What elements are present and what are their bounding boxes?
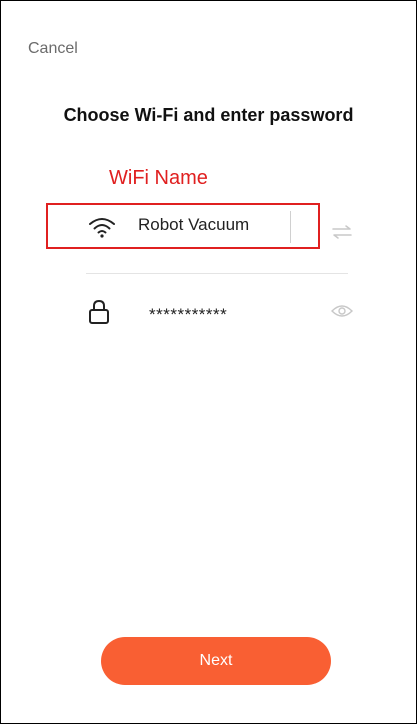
switch-network-icon[interactable]: [331, 223, 353, 241]
phone-screen: Cancel Choose Wi-Fi and enter password W…: [0, 0, 417, 724]
page-title: Choose Wi-Fi and enter password: [63, 105, 354, 125]
field-separator: [290, 211, 291, 243]
eye-icon[interactable]: [331, 303, 353, 319]
field-divider: [86, 273, 348, 274]
cancel-button[interactable]: Cancel: [28, 40, 78, 58]
wifi-name-field[interactable]: Robot Vacuum: [138, 215, 249, 235]
next-button[interactable]: Next: [101, 637, 331, 685]
wifi-name-annotation: WiFi Name: [109, 167, 208, 189]
wifi-icon: [89, 218, 115, 238]
lock-icon: [89, 299, 109, 324]
password-field[interactable]: ***********: [149, 305, 227, 325]
